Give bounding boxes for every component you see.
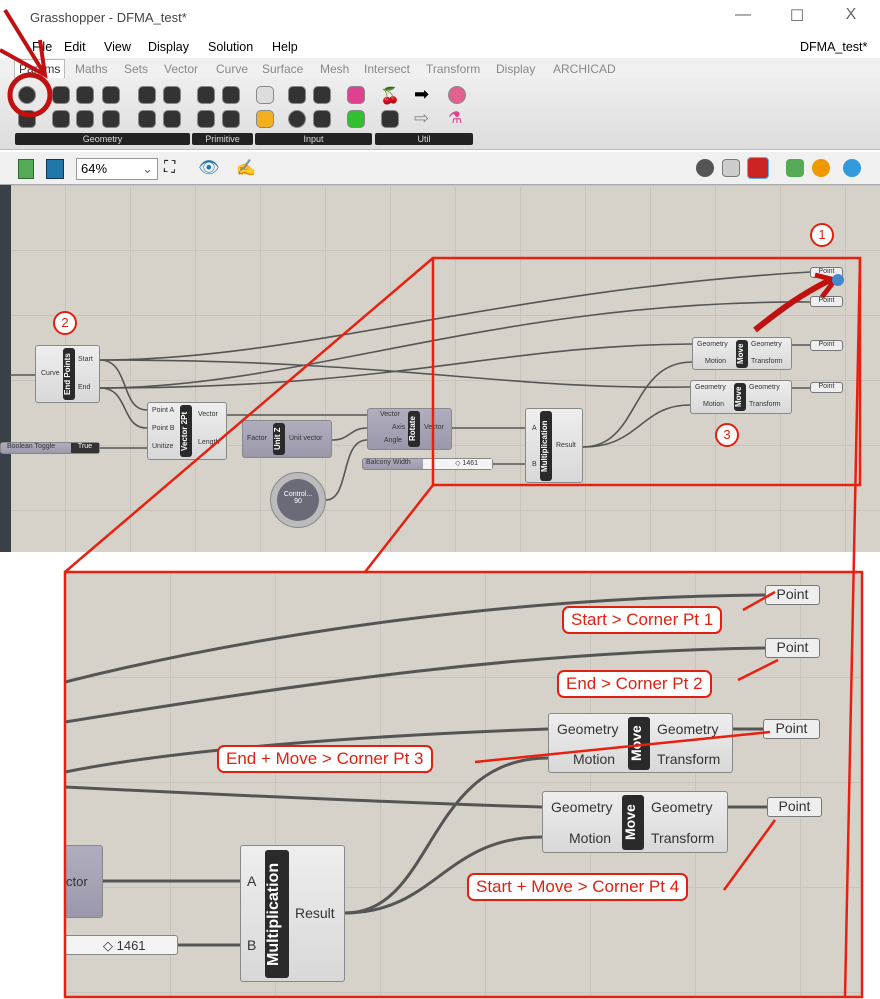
- annotation-arrow: [474, 730, 771, 764]
- annotation-arrow: [737, 658, 779, 682]
- annotation-overlay: [0, 8, 864, 999]
- callout-3: 3: [715, 423, 739, 447]
- zoom-connector-line: [843, 257, 862, 998]
- zoom-panel-border: [63, 570, 864, 999]
- zoom-region-rect: [431, 256, 862, 487]
- cursor-badge-icon: [832, 274, 844, 286]
- callout-2: 2: [53, 311, 77, 335]
- red-arrow-icon: [0, 8, 48, 79]
- zoom-connector-line: [364, 484, 434, 573]
- red-arrow-to-point: [753, 277, 832, 333]
- highlight-circle: [7, 72, 53, 118]
- zoom-connector-line: [64, 257, 434, 573]
- annotation-arrow: [742, 590, 776, 612]
- annotation-arrow: [722, 819, 777, 891]
- callout-1: 1: [810, 223, 834, 247]
